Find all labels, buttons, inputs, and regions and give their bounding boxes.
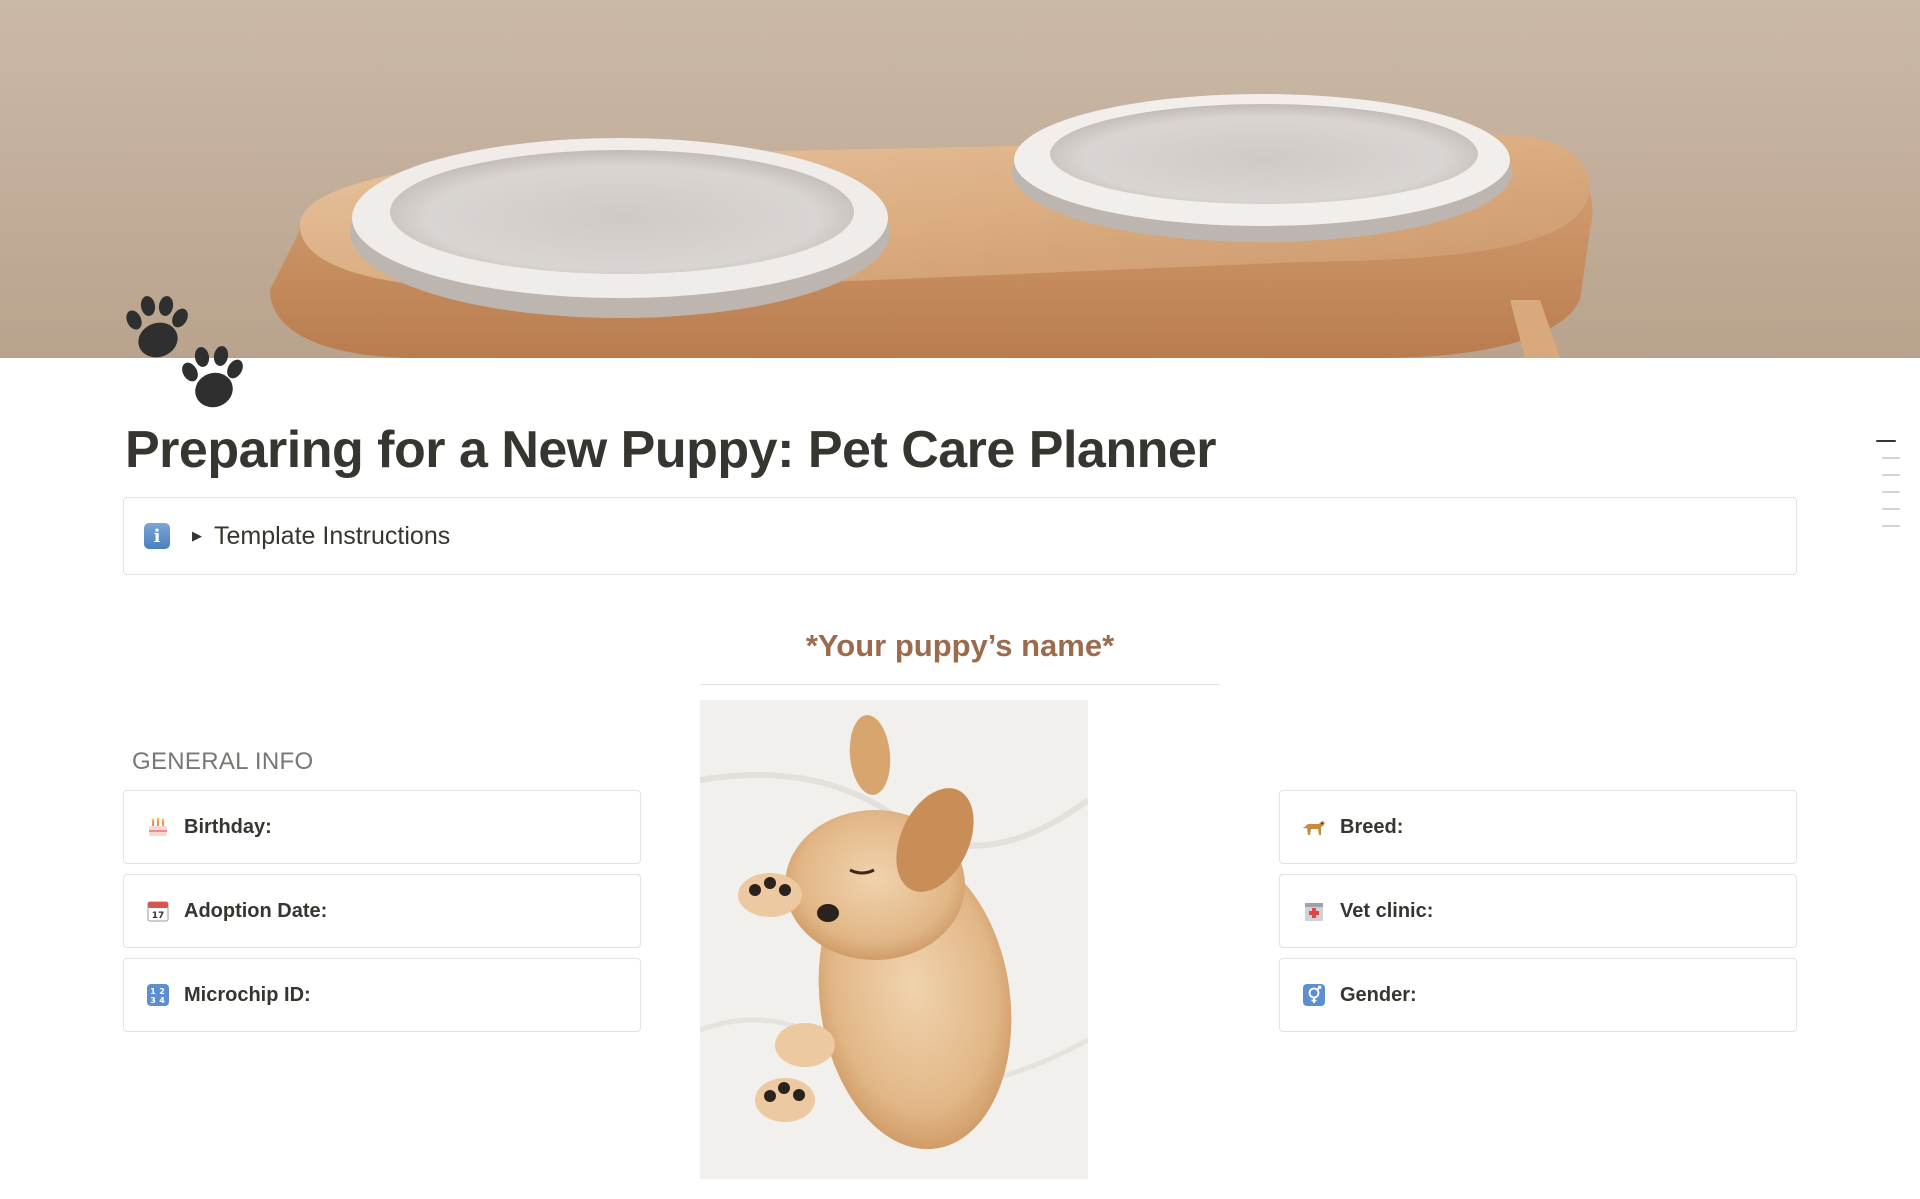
calendar-icon: 17 (144, 897, 172, 925)
outline-marker[interactable] (1882, 508, 1900, 510)
dog-icon (1300, 813, 1328, 841)
page-outline[interactable] (1870, 440, 1900, 542)
outline-marker[interactable] (1882, 474, 1900, 476)
template-instructions-toggle[interactable]: Template Instructions (214, 522, 450, 551)
birthday-cake-icon (144, 813, 172, 841)
svg-text:17: 17 (152, 911, 165, 921)
svg-text:4: 4 (159, 996, 165, 1005)
adoption-date-label: Adoption Date: (184, 899, 328, 922)
outline-marker[interactable] (1882, 525, 1900, 527)
divider (700, 684, 1220, 685)
svg-text:3: 3 (150, 996, 156, 1005)
birthday-label: Birthday: (184, 815, 272, 838)
puppy-name-heading[interactable]: *Your puppy’s name* (700, 628, 1220, 664)
cover-illustration (0, 0, 1920, 358)
vet-clinic-label: Vet clinic: (1340, 899, 1434, 922)
breed-label: Breed: (1340, 815, 1404, 838)
svg-text:1: 1 (150, 987, 156, 996)
information-icon: i (144, 523, 170, 549)
microchip-id-field[interactable]: 1 2 3 4 Microchip ID: (123, 958, 641, 1032)
gender-field[interactable]: Gender: (1279, 958, 1797, 1032)
toggle-triangle-icon[interactable]: ▶ (192, 528, 202, 544)
page-title[interactable]: Preparing for a New Puppy: Pet Care Plan… (125, 420, 1217, 480)
template-instructions-callout: i ▶ Template Instructions (123, 497, 1797, 575)
paw-prints-icon[interactable] (124, 296, 248, 412)
microchip-id-label: Microchip ID: (184, 983, 311, 1006)
outline-marker[interactable] (1876, 440, 1896, 442)
outline-marker[interactable] (1882, 491, 1900, 493)
hospital-icon (1300, 897, 1328, 925)
svg-text:2: 2 (159, 987, 165, 996)
general-info-heading[interactable]: GENERAL INFO (132, 748, 313, 776)
notion-page: Preparing for a New Puppy: Pet Care Plan… (0, 0, 1920, 1199)
number-input-icon: 1 2 3 4 (144, 981, 172, 1009)
adoption-date-field[interactable]: 17 Adoption Date: (123, 874, 641, 948)
vet-clinic-field[interactable]: Vet clinic: (1279, 874, 1797, 948)
breed-field[interactable]: Breed: (1279, 790, 1797, 864)
gender-symbol-icon (1300, 981, 1328, 1009)
cover-image[interactable] (0, 0, 1920, 358)
outline-marker[interactable] (1882, 457, 1900, 459)
gender-label: Gender: (1340, 983, 1417, 1006)
puppy-photo[interactable] (700, 700, 1088, 1179)
birthday-field[interactable]: Birthday: (123, 790, 641, 864)
